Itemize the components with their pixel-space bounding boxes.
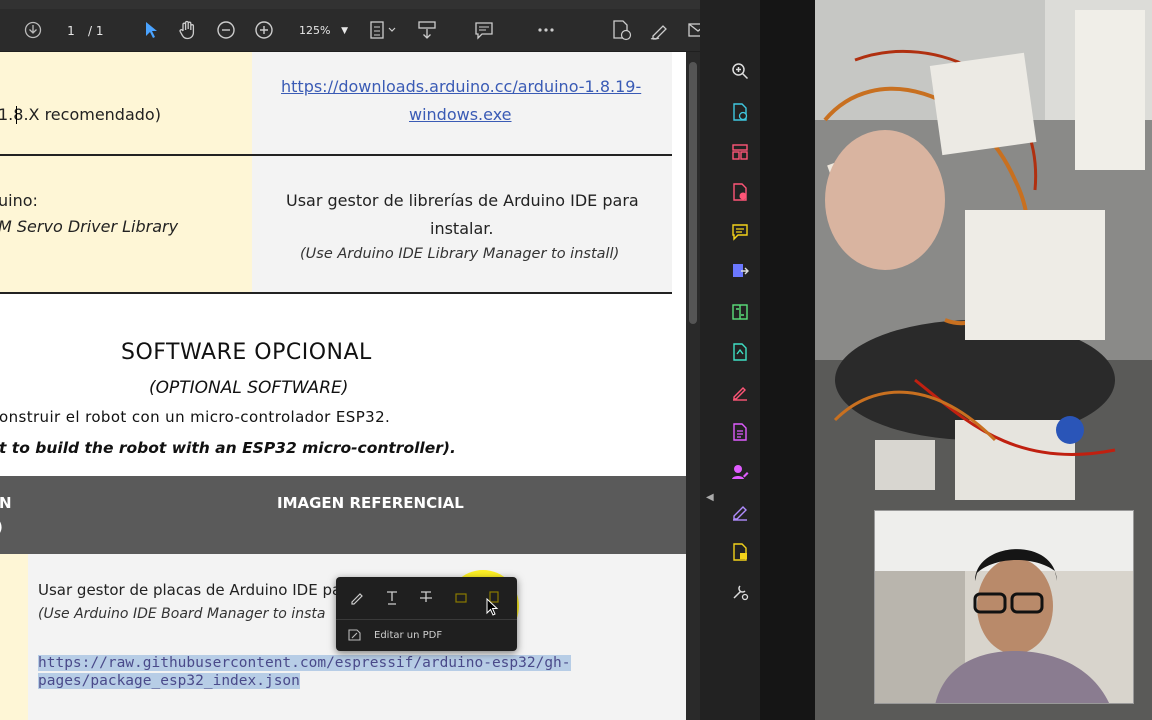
select-arrow-icon[interactable]: [141, 18, 161, 42]
cell-text: Usar gestor de librerías de Arduino IDE …: [286, 191, 639, 210]
table-cell-right: Usar gestor de librerías de Arduino IDE …: [252, 156, 672, 294]
edit-icon[interactable]: [728, 420, 752, 444]
more-icon[interactable]: [535, 18, 557, 42]
cell-text: instalar.: [430, 219, 494, 238]
divider: [336, 619, 517, 620]
fill-sign-icon[interactable]: [728, 380, 752, 404]
download-icon[interactable]: [24, 18, 42, 42]
zoom-out-icon[interactable]: [216, 18, 236, 42]
table-header: N ) IMAGEN REFERENCIAL: [0, 476, 686, 554]
edit-pdf-icon: [348, 629, 361, 641]
screen: { "toolbar": { "page_current": "1", "pag…: [0, 0, 1152, 720]
header-cell-right: IMAGEN REFERENCIAL: [277, 494, 464, 512]
table-cell-left: uino: M Servo Driver Library: [0, 156, 252, 294]
table-cell-right: https://downloads.arduino.cc/arduino-1.8…: [252, 52, 672, 156]
copy-text-icon[interactable]: [449, 585, 473, 609]
request-signature-icon[interactable]: [728, 460, 752, 484]
compress-icon[interactable]: [728, 300, 752, 324]
cell-text-translation: (Use Arduino IDE Library Manager to inst…: [300, 246, 620, 262]
page-total: / 1: [88, 24, 104, 38]
selected-url-cont[interactable]: pages/package_esp32_index.json: [38, 670, 300, 689]
create-pdf-icon[interactable]: [728, 100, 752, 124]
hand-icon[interactable]: [177, 18, 199, 42]
table-cell-left: [0, 554, 28, 720]
underline-text-icon[interactable]: [380, 585, 404, 609]
protect-icon[interactable]: [728, 540, 752, 564]
chevron-down-icon: ▼: [341, 26, 348, 36]
webcam-overlay: [874, 510, 1134, 704]
tools-panel: ◀: [700, 0, 760, 720]
cell-text: uino:: [0, 191, 38, 210]
section-text: onstruir el robot con un micro-controlad…: [0, 408, 391, 426]
cell-text-translation: (Use Arduino IDE Board Manager to insta: [38, 606, 326, 622]
section-subtitle: (OPTIONAL SOFTWARE): [149, 378, 349, 398]
table-row: uino: M Servo Driver Library Usar gestor…: [0, 156, 672, 294]
table-cell-left: 1.8.X recomendado): [0, 52, 252, 156]
cell-text: Usar gestor de placas de Arduino IDE par: [38, 581, 348, 599]
export-pdf-icon[interactable]: [728, 259, 752, 283]
zoom-select[interactable]: 125% ▼: [292, 19, 352, 43]
section-text-translation: t to build the robot with an ESP32 micro…: [0, 439, 456, 457]
table-row: 1.8.X recomendado) https://downloads.ard…: [0, 52, 672, 156]
sign-icon[interactable]: [648, 18, 672, 42]
library-name: M Servo Driver Library: [0, 217, 179, 236]
title-strip: [0, 0, 760, 9]
optional-software-section: SOFTWARE OPCIONAL (OPTIONAL SOFTWARE) on…: [0, 294, 686, 476]
comment-icon[interactable]: [473, 18, 495, 42]
edit-pdf-icon[interactable]: [610, 18, 634, 42]
scroll-mode-icon[interactable]: [416, 18, 438, 42]
highlight-pen-icon[interactable]: [345, 585, 369, 609]
text-cursor: [16, 106, 17, 124]
edit-pdf-label: Editar un PDF: [374, 629, 443, 641]
header-cell-left: N: [0, 494, 12, 512]
header-cell-left-cont: ): [0, 518, 3, 536]
zoom-in-icon[interactable]: [254, 18, 274, 42]
acrobat-toolbar: 1 / 1 125% ▼: [0, 0, 760, 52]
sign-icon[interactable]: [728, 500, 752, 524]
selected-url[interactable]: https://raw.githubusercontent.com/espres…: [38, 652, 571, 671]
presenter-photo: [875, 511, 1133, 703]
section-title: SOFTWARE OPCIONAL: [121, 340, 372, 365]
page-number-input[interactable]: 1: [56, 20, 86, 42]
delete-pdf-icon[interactable]: [728, 180, 752, 204]
search-icon[interactable]: [728, 59, 752, 83]
edit-pdf-action[interactable]: Editar un PDF: [346, 623, 442, 647]
window-gap: [760, 0, 815, 720]
strikethrough-icon[interactable]: [414, 585, 438, 609]
vertical-scrollbar[interactable]: [686, 52, 700, 720]
convert-icon[interactable]: [728, 340, 752, 364]
scrollbar-thumb[interactable]: [689, 62, 697, 324]
tools-icon[interactable]: [728, 580, 752, 604]
download-link[interactable]: https://downloads.arduino.cc/arduino-1.8…: [281, 77, 641, 96]
cell-text: 1.8.X recomendado): [0, 105, 161, 124]
download-link-cont[interactable]: windows.exe: [409, 105, 512, 124]
zoom-value: 125%: [299, 24, 331, 37]
comment-icon[interactable]: [728, 220, 752, 244]
collapse-panel-icon[interactable]: ◀: [706, 492, 716, 506]
fit-page-icon[interactable]: [368, 18, 398, 42]
organize-pages-icon[interactable]: [728, 140, 752, 164]
mouse-pointer-icon: [485, 597, 499, 618]
